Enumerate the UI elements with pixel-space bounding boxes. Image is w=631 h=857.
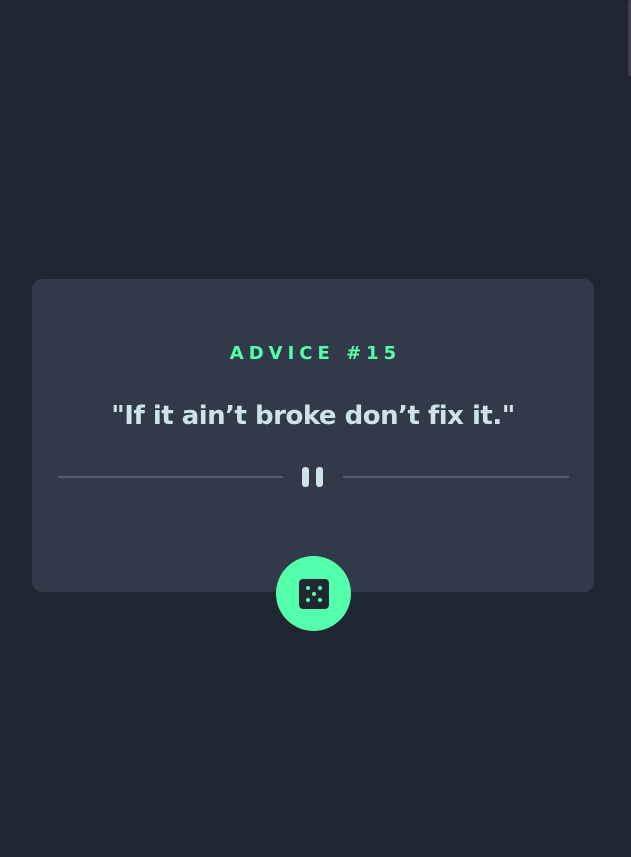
advice-id: ADVICE #15 [229,343,402,364]
divider [58,463,569,491]
advice-card [32,279,594,592]
generate-advice-button[interactable] [276,556,351,631]
divider-line-right [343,476,569,478]
pause-bar-left [302,467,309,487]
advice-quote: "If it ain’t broke don’t fix it." [111,401,515,431]
divider-line-left [58,476,283,478]
page: ADVICE #15 "If it ain’t broke don’t fix … [0,0,631,857]
pause-icon [300,467,326,487]
dice-icon [298,578,329,609]
pause-bar-right [316,467,323,487]
